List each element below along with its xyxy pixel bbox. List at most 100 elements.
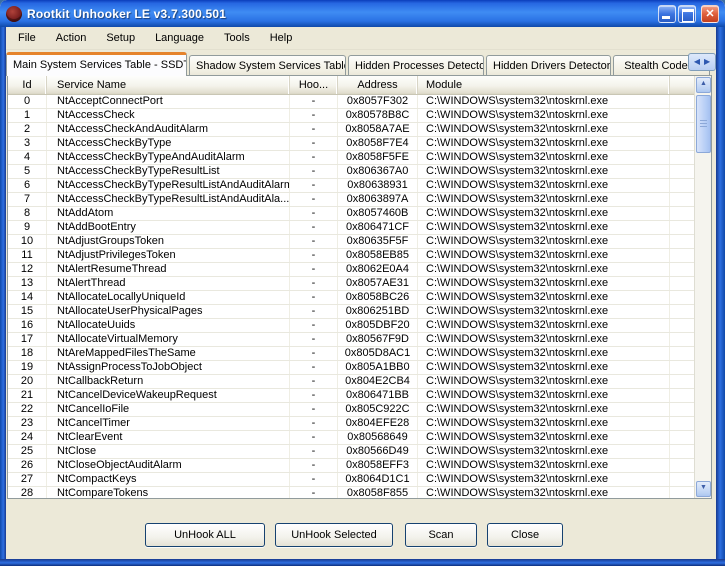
column-header-address[interactable]: Address bbox=[338, 76, 418, 94]
table-row[interactable]: 6 NtAccessCheckByTypeResultListAndAuditA… bbox=[8, 179, 694, 193]
close-button-icon[interactable] bbox=[701, 4, 719, 23]
table-row[interactable]: 7 NtAccessCheckByTypeResultListAndAuditA… bbox=[8, 193, 694, 207]
cell-hooked: - bbox=[290, 361, 338, 374]
column-header-hooked[interactable]: Hoo... bbox=[290, 76, 338, 94]
tab-scroll-left-icon[interactable]: ◀ bbox=[694, 58, 700, 66]
cell-filler bbox=[670, 263, 694, 276]
cell-service-name: NtAreMappedFilesTheSame bbox=[47, 347, 290, 360]
cell-hooked: - bbox=[290, 403, 338, 416]
cell-service-name: NtAllocateUuids bbox=[47, 319, 290, 332]
table-row[interactable]: 11 NtAdjustPrivilegesToken - 0x8058EB85 … bbox=[8, 249, 694, 263]
tab-scroll-right-icon[interactable]: ▶ bbox=[704, 58, 710, 66]
column-header-service[interactable]: Service Name bbox=[47, 76, 290, 94]
cell-service-name: NtClose bbox=[47, 445, 290, 458]
table-row[interactable]: 26 NtCloseObjectAuditAlarm - 0x8058EFF3 … bbox=[8, 459, 694, 473]
cell-hooked: - bbox=[290, 249, 338, 262]
cell-module: C:\WINDOWS\system32\ntoskrnl.exe bbox=[418, 417, 670, 430]
table-row[interactable]: 28 NtCompareTokens - 0x8058F855 C:\WINDO… bbox=[8, 487, 694, 498]
table-row[interactable]: 0 NtAcceptConnectPort - 0x8057F302 C:\WI… bbox=[8, 95, 694, 109]
scroll-down-icon[interactable] bbox=[696, 481, 711, 497]
cell-id: 26 bbox=[8, 459, 47, 472]
table-row[interactable]: 21 NtCancelDeviceWakeupRequest - 0x80647… bbox=[8, 389, 694, 403]
tab[interactable]: Main System Services Table - SSDT bbox=[6, 52, 187, 76]
scan-button[interactable]: Scan bbox=[405, 523, 477, 547]
cell-module: C:\WINDOWS\system32\ntoskrnl.exe bbox=[418, 277, 670, 290]
cell-filler bbox=[670, 375, 694, 388]
table-row[interactable]: 23 NtCancelTimer - 0x804EFE28 C:\WINDOWS… bbox=[8, 417, 694, 431]
menu-item[interactable]: Help bbox=[262, 29, 301, 47]
app-icon bbox=[6, 5, 22, 22]
cell-hooked: - bbox=[290, 305, 338, 318]
table-row[interactable]: 27 NtCompactKeys - 0x8064D1C1 C:\WINDOWS… bbox=[8, 473, 694, 487]
cell-address: 0x8062E0A4 bbox=[338, 263, 418, 276]
scrollbar-thumb[interactable] bbox=[696, 95, 711, 153]
table-row[interactable]: 18 NtAreMappedFilesTheSame - 0x805D8AC1 … bbox=[8, 347, 694, 361]
column-header-module[interactable]: Module bbox=[418, 76, 670, 94]
cell-module: C:\WINDOWS\system32\ntoskrnl.exe bbox=[418, 319, 670, 332]
table-row[interactable]: 14 NtAllocateLocallyUniqueId - 0x8058BC2… bbox=[8, 291, 694, 305]
cell-module: C:\WINDOWS\system32\ntoskrnl.exe bbox=[418, 221, 670, 234]
cell-module: C:\WINDOWS\system32\ntoskrnl.exe bbox=[418, 249, 670, 262]
table-row[interactable]: 12 NtAlertResumeThread - 0x8062E0A4 C:\W… bbox=[8, 263, 694, 277]
cell-module: C:\WINDOWS\system32\ntoskrnl.exe bbox=[418, 403, 670, 416]
menu-item[interactable]: Action bbox=[48, 29, 95, 47]
cell-service-name: NtAllocateVirtualMemory bbox=[47, 333, 290, 346]
cell-service-name: NtAcceptConnectPort bbox=[47, 95, 290, 108]
scroll-up-icon[interactable] bbox=[696, 77, 711, 93]
menu-item[interactable]: File bbox=[10, 29, 44, 47]
table-row[interactable]: 5 NtAccessCheckByTypeResultList - 0x8063… bbox=[8, 165, 694, 179]
table-row[interactable]: 4 NtAccessCheckByTypeAndAuditAlarm - 0x8… bbox=[8, 151, 694, 165]
cell-filler bbox=[670, 389, 694, 402]
tab[interactable]: Hidden Drivers Detector bbox=[486, 55, 611, 76]
column-header-id[interactable]: Id bbox=[8, 76, 47, 94]
cell-hooked: - bbox=[290, 235, 338, 248]
table-row[interactable]: 22 NtCancelIoFile - 0x805C922C C:\WINDOW… bbox=[8, 403, 694, 417]
table-row[interactable]: 19 NtAssignProcessToJobObject - 0x805A1B… bbox=[8, 361, 694, 375]
titlebar[interactable]: Rootkit Unhooker LE v3.7.300.501 bbox=[0, 0, 725, 27]
cell-filler bbox=[670, 193, 694, 206]
tab[interactable]: Shadow System Services Table bbox=[189, 55, 346, 76]
cell-service-name: NtAccessCheck bbox=[47, 109, 290, 122]
cell-hooked: - bbox=[290, 263, 338, 276]
unhook-all-button[interactable]: UnHook ALL bbox=[145, 523, 265, 547]
cell-address: 0x805C922C bbox=[338, 403, 418, 416]
menu-item[interactable]: Setup bbox=[98, 29, 143, 47]
window-border-bottom bbox=[0, 559, 725, 566]
menu-item[interactable]: Tools bbox=[216, 29, 258, 47]
table-row[interactable]: 24 NtClearEvent - 0x80568649 C:\WINDOWS\… bbox=[8, 431, 694, 445]
table-row[interactable]: 2 NtAccessCheckAndAuditAlarm - 0x8058A7A… bbox=[8, 123, 694, 137]
cell-service-name: NtAlertResumeThread bbox=[47, 263, 290, 276]
cell-module: C:\WINDOWS\system32\ntoskrnl.exe bbox=[418, 179, 670, 192]
table-row[interactable]: 20 NtCallbackReturn - 0x804E2CB4 C:\WIND… bbox=[8, 375, 694, 389]
table-row[interactable]: 25 NtClose - 0x80566D49 C:\WINDOWS\syste… bbox=[8, 445, 694, 459]
cell-module: C:\WINDOWS\system32\ntoskrnl.exe bbox=[418, 151, 670, 164]
table-row[interactable]: 16 NtAllocateUuids - 0x805DBF20 C:\WINDO… bbox=[8, 319, 694, 333]
table-row[interactable]: 17 NtAllocateVirtualMemory - 0x80567F9D … bbox=[8, 333, 694, 347]
cell-service-name: NtAccessCheckAndAuditAlarm bbox=[47, 123, 290, 136]
cell-filler bbox=[670, 165, 694, 178]
tab[interactable]: Hidden Processes Detector bbox=[348, 55, 484, 76]
cell-module: C:\WINDOWS\system32\ntoskrnl.exe bbox=[418, 235, 670, 248]
menu-item[interactable]: Language bbox=[147, 29, 212, 47]
table-row[interactable]: 8 NtAddAtom - 0x8057460B C:\WINDOWS\syst… bbox=[8, 207, 694, 221]
table-row[interactable]: 9 NtAddBootEntry - 0x806471CF C:\WINDOWS… bbox=[8, 221, 694, 235]
table-row[interactable]: 3 NtAccessCheckByType - 0x8058F7E4 C:\WI… bbox=[8, 137, 694, 151]
cell-address: 0x8058F855 bbox=[338, 487, 418, 498]
close-button[interactable]: Close bbox=[487, 523, 563, 547]
maximize-button-icon[interactable] bbox=[678, 4, 696, 23]
footer-bar: UnHook ALL UnHook Selected Scan Close bbox=[6, 499, 716, 559]
cell-module: C:\WINDOWS\system32\ntoskrnl.exe bbox=[418, 305, 670, 318]
cell-module: C:\WINDOWS\system32\ntoskrnl.exe bbox=[418, 207, 670, 220]
table-row[interactable]: 15 NtAllocateUserPhysicalPages - 0x80625… bbox=[8, 305, 694, 319]
table-row[interactable]: 10 NtAdjustGroupsToken - 0x80635F5F C:\W… bbox=[8, 235, 694, 249]
unhook-selected-button[interactable]: UnHook Selected bbox=[275, 523, 393, 547]
cell-service-name: NtAllocateUserPhysicalPages bbox=[47, 305, 290, 318]
vertical-scrollbar[interactable] bbox=[694, 76, 711, 498]
app-window: Rootkit Unhooker LE v3.7.300.501 File Ac… bbox=[0, 0, 725, 566]
cell-module: C:\WINDOWS\system32\ntoskrnl.exe bbox=[418, 193, 670, 206]
table-row[interactable]: 1 NtAccessCheck - 0x80578B8C C:\WINDOWS\… bbox=[8, 109, 694, 123]
table-row[interactable]: 13 NtAlertThread - 0x8057AE31 C:\WINDOWS… bbox=[8, 277, 694, 291]
cell-service-name: NtAssignProcessToJobObject bbox=[47, 361, 290, 374]
minimize-button-icon[interactable] bbox=[658, 4, 676, 23]
cell-module: C:\WINDOWS\system32\ntoskrnl.exe bbox=[418, 445, 670, 458]
